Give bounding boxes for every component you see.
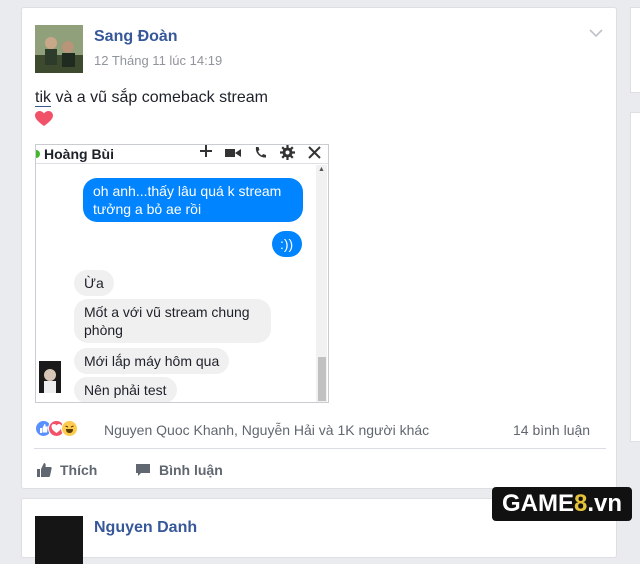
author-name[interactable]: Sang Đoàn xyxy=(94,28,178,46)
watermark-logo: GAME8.vn xyxy=(492,487,632,521)
reaction-names[interactable]: Nguyen Quoc Khanh, Nguyễn Hải và 1K ngườ… xyxy=(104,422,429,438)
message-outgoing: :)) xyxy=(272,231,302,257)
comment-count[interactable]: 14 bình luận xyxy=(513,422,590,438)
message-incoming: Ừa xyxy=(74,270,114,296)
post-text-body: và a vũ sắp comeback stream xyxy=(51,89,268,106)
close-icon xyxy=(308,146,321,164)
heart-icon xyxy=(35,111,53,132)
comment-label: Bình luận xyxy=(159,462,223,479)
online-dot xyxy=(36,150,40,158)
chat-scrollbar-thumb[interactable] xyxy=(318,357,326,401)
watermark-main: GAME xyxy=(501,490,574,517)
friend-avatar xyxy=(39,361,61,393)
post-text: tik và a vũ sắp comeback stream xyxy=(35,89,268,107)
plus-icon xyxy=(199,145,213,163)
comment-button[interactable]: Bình luận xyxy=(135,462,223,481)
message-incoming: Nên phải test xyxy=(74,377,177,402)
side-card xyxy=(630,112,640,442)
chat-header: Hoàng Bùi xyxy=(36,145,328,164)
phone-icon xyxy=(254,146,267,164)
message-incoming: Mới lắp máy hôm qua xyxy=(74,348,230,374)
next-author-name[interactable]: Nguyen Danh xyxy=(94,519,197,537)
chat-title: Hoàng Bùi xyxy=(44,146,114,162)
message-incoming: Mốt a với vũ stream chung phòng xyxy=(74,299,271,343)
like-label: Thích xyxy=(60,462,98,479)
post-card: Sang Đoàn 12 Tháng 11 lúc 14:19 tik và a… xyxy=(21,7,617,489)
scroll-up-icon[interactable]: ▲ xyxy=(318,166,325,173)
post-timestamp[interactable]: 12 Tháng 11 lúc 14:19 xyxy=(94,53,222,68)
watermark-suffix: .vn xyxy=(587,490,623,517)
like-icon xyxy=(36,462,52,481)
side-card xyxy=(630,7,640,93)
comment-icon xyxy=(135,462,151,481)
divider xyxy=(34,448,606,449)
author-avatar[interactable] xyxy=(35,25,83,73)
next-author-avatar[interactable] xyxy=(35,516,83,564)
chevron-down-icon[interactable] xyxy=(589,26,603,41)
messenger-screenshot[interactable]: Hoàng Bùi oh anh...thấy lâu quá k stream… xyxy=(35,144,329,403)
watermark-number: 8 xyxy=(573,490,588,517)
video-icon xyxy=(225,146,241,164)
haha-reaction-icon xyxy=(61,420,78,437)
like-button[interactable]: Thích xyxy=(36,462,97,481)
tagged-user[interactable]: tik xyxy=(35,89,51,107)
gear-icon xyxy=(280,145,295,165)
message-outgoing: oh anh...thấy lâu quá k stream tưởng a b… xyxy=(83,178,303,222)
